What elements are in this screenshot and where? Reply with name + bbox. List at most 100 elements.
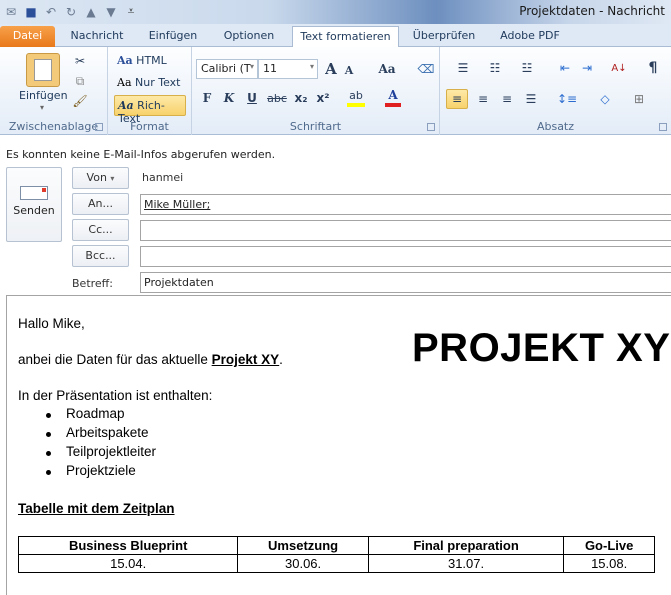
bcc-field[interactable] [140,246,671,267]
recipient-mike-mueller[interactable]: Mike Müller; [144,198,210,211]
clipboard-launcher-icon[interactable] [95,123,103,131]
copy-icon[interactable]: ⧉ [72,73,88,89]
contains-line: In der Präsentation ist enthalten: [18,388,213,403]
tab-datei[interactable]: Datei [0,26,55,47]
numbering-icon[interactable]: ☷ [482,59,508,77]
change-case-icon[interactable]: Aa [375,59,399,79]
group-label-font: Schriftart [289,120,342,133]
cc-button[interactable]: Cc... [72,219,129,241]
shrink-font-icon[interactable]: A [342,62,356,79]
down-icon[interactable]: ▼ [104,5,118,19]
bold-button[interactable]: F [200,89,214,107]
project-heading: PROJEKT XY [412,326,671,370]
table-heading: Tabelle mit dem Zeitplan [18,501,175,516]
send-envelope-icon [20,186,48,200]
message-body[interactable]: Hallo Mike, anbei die Daten für das aktu… [6,295,671,595]
group-clipboard: Einfügen ▾ ✂ ⧉ 🖌 Zwischenablage [0,47,108,135]
paste-button[interactable]: Einfügen [19,89,68,102]
list-item: Roadmap [18,406,156,425]
greeting: Hallo Mike, [18,316,85,331]
underline-button[interactable]: U [245,89,259,107]
to-field[interactable]: Mike Müller; [140,194,671,215]
shading-icon[interactable]: ◇ [592,89,618,109]
group-label-paragraph: Absatz [536,120,575,133]
subject-field[interactable]: Projektdaten [140,272,671,293]
font-launcher-icon[interactable] [427,123,435,131]
cut-icon[interactable]: ✂ [72,53,88,69]
group-label-format: Format [130,120,169,133]
redo-icon[interactable]: ↻ [64,5,78,19]
window-title: Projektdaten - Nachricht [519,4,665,18]
tab-text-formatieren[interactable]: Text formatieren [292,26,399,48]
info-bar: Es konnten keine E-Mail-Infos abgerufen … [6,148,276,161]
paste-icon[interactable] [26,53,60,87]
multilevel-list-icon[interactable]: ☳ [514,59,540,77]
project-link[interactable]: Projekt XY [212,352,280,367]
align-left-button[interactable]: ≡ [446,89,468,109]
decrease-indent-icon[interactable]: ⇤ [556,59,574,77]
outlook-icon: ✉ [5,4,17,19]
increase-indent-icon[interactable]: ⇥ [578,59,596,77]
align-right-button[interactable]: ≡ [496,89,518,109]
up-icon[interactable]: ▲ [84,5,98,19]
list-item: Projektziele [18,463,156,482]
save-icon[interactable]: ■ [24,5,38,19]
send-button[interactable]: Senden [6,167,62,242]
title-bar: ✉ ■ ↶ ↻ ▲ ▼ ⩡ Projektdaten - Nachricht [0,0,671,24]
intro-line: anbei die Daten für das aktuelle Projekt… [18,352,283,367]
tab-optionen[interactable]: Optionen [214,26,284,47]
undo-icon[interactable]: ↶ [44,5,58,19]
to-button[interactable]: An... [72,193,129,215]
font-color-icon[interactable]: A [385,87,401,107]
align-center-button[interactable]: ≡ [472,89,494,109]
bcc-button[interactable]: Bcc... [72,245,129,267]
table-header-cell: Umsetzung [237,536,369,555]
customize-icon[interactable]: ⩡ [124,4,138,19]
strikethrough-button[interactable]: abc [266,89,288,107]
ribbon-tabs: Datei Nachricht Einfügen Optionen Text f… [0,24,671,48]
table-header-cell: Business Blueprint [17,536,239,555]
list-item: Arbeitspakete [18,425,156,444]
tab-ueberpruefen[interactable]: Überprüfen [405,26,483,47]
font-size-combo[interactable]: 11 ▾ [258,59,318,79]
ribbon: Einfügen ▾ ✂ ⧉ 🖌 Zwischenablage Aa HTML … [0,47,671,135]
rich-aa-icon: Aa [118,99,134,112]
group-format: Aa HTML Aa Nur Text Aa Rich-Text Format [108,47,192,135]
justify-button[interactable]: ☰ [520,89,542,109]
quick-access-toolbar: ✉ ■ ↶ ↻ ▲ ▼ ⩡ [4,4,138,19]
table-cell: 15.04. [17,554,239,573]
group-label-clipboard: Zwischenablage [8,120,99,133]
html-aa-icon: Aa [117,54,133,67]
paragraph-launcher-icon[interactable] [659,123,667,131]
line-spacing-icon[interactable]: ↕≡ [554,89,580,109]
table-header-cell: Final preparation [367,536,565,555]
tab-einfuegen[interactable]: Einfügen [142,26,204,47]
clear-format-icon[interactable]: ⌫ [417,59,435,79]
format-plain-button[interactable]: Aa Nur Text [117,76,180,89]
tab-nachricht[interactable]: Nachricht [62,26,132,47]
from-button[interactable]: Von ▾ [72,167,129,189]
from-value: hanmei [142,171,184,184]
contents-list: Roadmap Arbeitspakete Teilprojektleiter … [18,406,156,482]
borders-icon[interactable]: ⊞ [626,89,652,109]
format-rich-button[interactable]: Aa Rich-Text [114,95,186,125]
sort-icon[interactable]: A↓ [610,59,628,77]
show-formatting-icon[interactable]: ¶ [645,59,661,77]
format-html-button[interactable]: Aa HTML [117,54,167,67]
tab-adobe-pdf[interactable]: Adobe PDF [490,26,570,47]
table-cell: 31.07. [367,554,565,573]
format-painter-icon[interactable]: 🖌 [72,93,88,109]
cc-field[interactable] [140,220,671,241]
highlight-icon[interactable]: ab [347,87,365,107]
grow-font-icon[interactable]: A [322,59,340,79]
subscript-button[interactable]: x₂ [292,89,310,107]
plain-aa-icon: Aa [117,76,132,89]
list-item: Teilprojektleiter [18,444,156,463]
italic-button[interactable]: K [222,89,236,107]
table-cell: 15.08. [563,554,655,573]
bullets-icon[interactable]: ☰ [450,59,476,77]
group-paragraph: ☰ ☷ ☳ ⇤ ⇥ A↓ ¶ ≡ ≡ ≡ ☰ ↕≡ ◇ ⊞ Absatz [440,47,671,135]
font-name-combo[interactable]: Calibri (T ▾ [196,59,258,79]
superscript-button[interactable]: x² [314,89,332,107]
table-header-row: Business Blueprint Umsetzung Final prepa… [17,536,655,555]
